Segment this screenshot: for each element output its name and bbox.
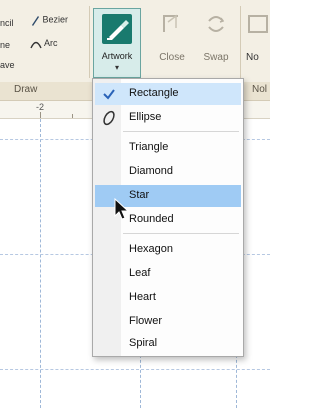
menu-item-flower[interactable]: Flower [95, 311, 241, 333]
menu-item-label: Flower [129, 315, 163, 327]
next-button[interactable]: No [246, 10, 270, 76]
menu-item-label: Rectangle [129, 87, 179, 99]
ellipse-icon [103, 110, 115, 126]
ribbon-separator [89, 6, 90, 78]
swap-icon [208, 16, 225, 32]
line-tool[interactable]: ne [0, 40, 10, 50]
check-icon [103, 89, 115, 100]
close-path-icon [163, 14, 178, 32]
ribbon-separator [240, 6, 241, 78]
arc-icon [30, 41, 42, 48]
close-path-button[interactable]: Close [154, 10, 190, 76]
menu-item-label: Diamond [129, 165, 174, 177]
menu-item-ellipse[interactable]: Ellipse [95, 107, 241, 129]
menu-item-label: Spiral [129, 337, 158, 349]
curve-label: ave [0, 60, 15, 70]
draw-group-label: Draw [14, 84, 38, 95]
menu-item-label: Star [129, 189, 150, 201]
menu-item-hexagon[interactable]: Hexagon [95, 239, 241, 261]
bezier-pen-icon [32, 16, 39, 26]
artwork-button[interactable]: Artwork ▾ [93, 8, 141, 78]
arc-tool[interactable]: Arc [30, 38, 58, 49]
bezier-label: Bezier [42, 14, 69, 25]
menu-item-label: Hexagon [129, 243, 174, 255]
ribbon: ncil Bezier ne Arc ave Artwork ▾ Close S… [0, 0, 270, 83]
menu-item-label: Rounded [129, 213, 174, 225]
ruler-tick [72, 114, 73, 118]
curve-tool[interactable]: ave [0, 60, 15, 70]
line-label: ne [0, 40, 11, 50]
grid-line [0, 369, 270, 370]
menu-item-diamond[interactable]: Diamond [95, 161, 241, 183]
menu-item-heart[interactable]: Heart [95, 287, 241, 309]
menu-item-label: Ellipse [129, 111, 162, 123]
swap-button[interactable]: Swap [198, 10, 234, 76]
next-icon [248, 15, 268, 33]
chevron-down-icon: ▾ [114, 63, 119, 72]
menu-item-label: Heart [129, 291, 156, 303]
menu-item-leaf[interactable]: Leaf [95, 263, 241, 285]
menu-item-label: Leaf [129, 267, 151, 279]
mouse-pointer-icon [114, 198, 130, 220]
artwork-icon [102, 14, 132, 44]
menu-item-triangle[interactable]: Triangle [95, 137, 241, 159]
swap-label: Swap [203, 52, 229, 63]
pencil-label: ncil [0, 18, 14, 28]
arc-label: Arc [44, 38, 58, 48]
next-group-label: Nol [252, 84, 268, 95]
artwork-label: Artwork [101, 51, 133, 61]
menu-separator [123, 131, 239, 132]
close-label: Close [159, 52, 185, 63]
menu-item-label: Triangle [129, 141, 169, 153]
menu-separator [123, 233, 239, 234]
ruler-tick [40, 112, 41, 118]
pencil-tool[interactable]: ncil [0, 18, 14, 28]
grid-line [40, 119, 41, 408]
bezier-tool[interactable]: Bezier [30, 14, 68, 26]
menu-item-spiral[interactable]: Spiral [95, 333, 241, 355]
ruler-label: -2 [36, 102, 45, 112]
menu-item-rectangle[interactable]: Rectangle [95, 83, 241, 105]
next-label: No [246, 52, 259, 63]
